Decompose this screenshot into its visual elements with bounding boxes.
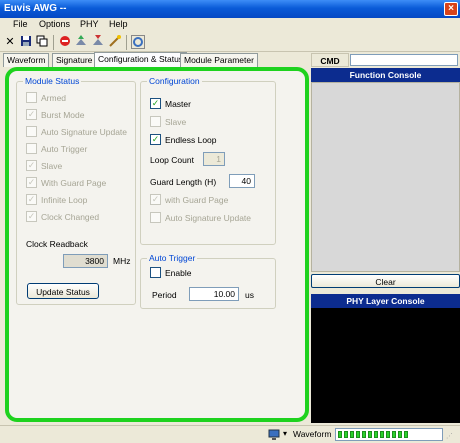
cmd-bar: CMD bbox=[311, 53, 460, 67]
wand-icon[interactable] bbox=[108, 35, 122, 49]
configuration-status-panel: Module Status Armed ✓ Burst Mode Auto Sig… bbox=[5, 67, 309, 422]
waveform-status-label: Waveform bbox=[293, 429, 332, 439]
function-console-output[interactable] bbox=[311, 82, 460, 272]
period-label: Period bbox=[152, 290, 177, 300]
loop-count-label: Loop Count bbox=[150, 155, 194, 165]
with-guard-page-option: ✓ with Guard Page bbox=[150, 194, 229, 206]
menu-file[interactable]: File bbox=[13, 19, 28, 29]
slave-checkbox: ✓ Slave bbox=[26, 160, 63, 172]
window-title: Euvis AWG -- bbox=[4, 3, 67, 14]
update-status-button[interactable]: Update Status bbox=[27, 283, 99, 299]
title-bar: Euvis AWG -- × bbox=[0, 0, 460, 18]
checkbox-box bbox=[150, 116, 161, 128]
cut-icon[interactable]: ✕ bbox=[3, 35, 17, 49]
configuration-title: Configuration bbox=[147, 76, 202, 86]
resize-grip-icon[interactable]: ⋰ bbox=[446, 432, 453, 440]
clock-changed-checkbox: ✓ Clock Changed bbox=[26, 211, 100, 223]
toolbar: ✕ bbox=[0, 32, 460, 52]
auto-signature-update-checkbox: Auto Signature Update bbox=[26, 126, 127, 138]
menu-bar: File Options PHY Help bbox=[0, 18, 460, 32]
checkmark-icon: ✓ bbox=[26, 194, 37, 206]
close-button[interactable]: × bbox=[444, 2, 458, 16]
monitor-icon bbox=[268, 429, 280, 441]
settings-icon[interactable] bbox=[131, 35, 145, 49]
upload-icon[interactable] bbox=[74, 35, 88, 49]
with-guard-page-checkbox: ✓ With Guard Page bbox=[26, 177, 107, 189]
checkmark-icon: ✓ bbox=[26, 177, 37, 189]
copy-icon[interactable] bbox=[35, 35, 49, 49]
progress-bar bbox=[335, 428, 443, 441]
period-input[interactable]: 10.00 bbox=[189, 287, 239, 301]
dropdown-arrow-icon[interactable]: ▾ bbox=[283, 429, 287, 438]
checkbox-box bbox=[26, 92, 37, 104]
phy-console-output[interactable] bbox=[311, 308, 460, 423]
phy-console-header: PHY Layer Console bbox=[311, 294, 460, 308]
checkmark-icon: ✓ bbox=[150, 194, 161, 206]
menu-options[interactable]: Options bbox=[39, 19, 70, 29]
guard-length-input[interactable]: 40 bbox=[229, 174, 255, 188]
cmd-label: CMD bbox=[311, 53, 349, 67]
module-status-group: Module Status Armed ✓ Burst Mode Auto Sig… bbox=[16, 76, 136, 305]
checkmark-icon: ✓ bbox=[26, 211, 37, 223]
tab-module-parameter[interactable]: Module Parameter bbox=[180, 53, 258, 67]
guard-length-label: Guard Length (H) bbox=[150, 177, 217, 187]
config-auto-signature-checkbox: Auto Signature Update bbox=[150, 212, 251, 224]
tab-waveform[interactable]: Waveform bbox=[3, 53, 50, 67]
config-slave-checkbox: Slave bbox=[150, 116, 186, 128]
period-unit: us bbox=[245, 290, 254, 300]
auto-trigger-group: Auto Trigger Enable Period 10.00 us bbox=[140, 253, 276, 309]
checkmark-icon: ✓ bbox=[26, 160, 37, 172]
function-console-header: Function Console bbox=[311, 68, 460, 82]
checkbox-box bbox=[150, 267, 161, 279]
clock-unit: MHz bbox=[113, 256, 131, 266]
armed-checkbox: Armed bbox=[26, 92, 66, 104]
clear-button[interactable]: Clear bbox=[311, 274, 460, 288]
toolbar-separator bbox=[126, 35, 127, 50]
tab-configuration-status[interactable]: Configuration & Status bbox=[94, 52, 188, 67]
configuration-group: Configuration ✓ Master Slave ✓ Endless Loo… bbox=[140, 76, 276, 245]
stop-icon[interactable] bbox=[58, 35, 72, 49]
checkmark-icon: ✓ bbox=[150, 98, 161, 110]
infinite-loop-checkbox: ✓ Infinite Loop bbox=[26, 194, 88, 206]
download-icon[interactable] bbox=[91, 35, 105, 49]
checkbox-box bbox=[26, 143, 37, 155]
checkmark-icon: ✓ bbox=[150, 134, 161, 146]
loop-count-input[interactable]: 1 bbox=[203, 152, 225, 166]
checkbox-box bbox=[150, 212, 161, 224]
status-bar: ▾ Waveform ⋰ bbox=[0, 425, 460, 443]
cmd-input[interactable] bbox=[350, 54, 458, 66]
endless-loop-checkbox[interactable]: ✓ Endless Loop bbox=[150, 134, 217, 146]
menu-help[interactable]: Help bbox=[109, 19, 128, 29]
enable-checkbox[interactable]: Enable bbox=[150, 267, 191, 279]
toolbar-separator bbox=[53, 35, 54, 50]
module-status-title: Module Status bbox=[23, 76, 82, 86]
save-icon[interactable] bbox=[19, 35, 33, 49]
clock-readback-field: 3800 bbox=[63, 254, 108, 268]
checkmark-icon: ✓ bbox=[26, 109, 37, 121]
auto-trigger-checkbox: Auto Trigger bbox=[26, 143, 87, 155]
tab-signature[interactable]: Signature bbox=[52, 53, 97, 67]
checkbox-box bbox=[26, 126, 37, 138]
master-checkbox[interactable]: ✓ Master bbox=[150, 98, 191, 110]
auto-trigger-title: Auto Trigger bbox=[147, 253, 198, 263]
burst-mode-checkbox: ✓ Burst Mode bbox=[26, 109, 85, 121]
menu-phy[interactable]: PHY bbox=[80, 19, 99, 29]
clock-readback-label: Clock Readback bbox=[26, 239, 88, 249]
